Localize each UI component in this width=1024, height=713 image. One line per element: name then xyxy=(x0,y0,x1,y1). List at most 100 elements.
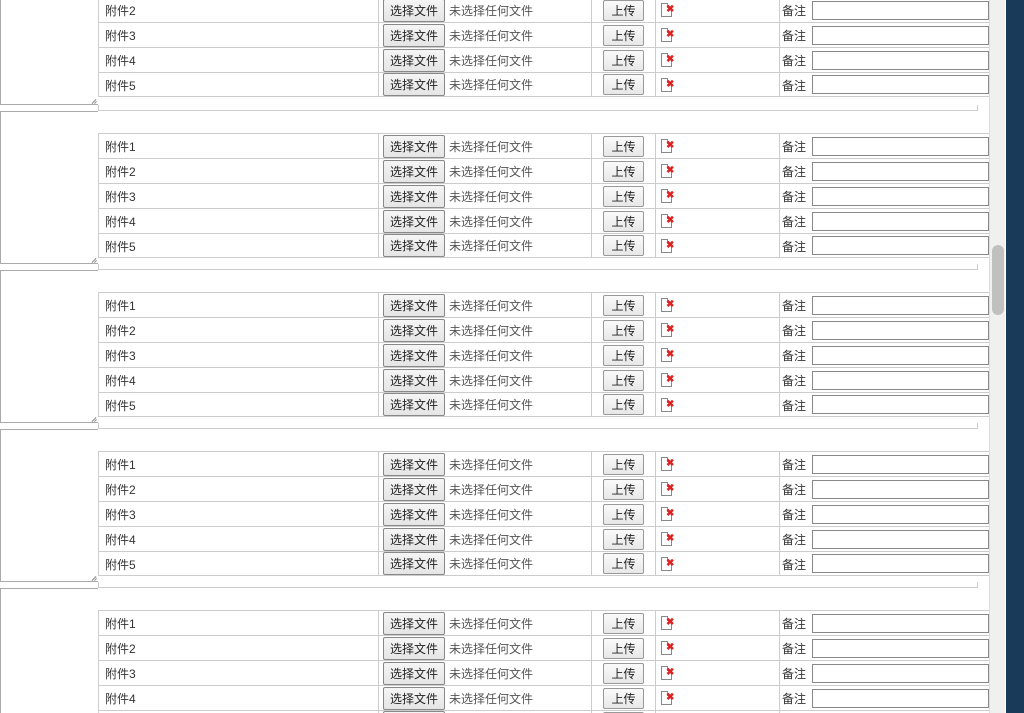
upload-button[interactable]: 上传 xyxy=(603,50,643,71)
delete-file-icon[interactable]: ✖ xyxy=(661,506,675,522)
remark-input[interactable] xyxy=(812,530,989,549)
choose-file-button[interactable]: 选择文件 xyxy=(383,503,445,526)
delete-file-icon[interactable]: ✖ xyxy=(661,297,675,313)
group-description-box[interactable] xyxy=(0,111,98,264)
choose-file-button[interactable]: 选择文件 xyxy=(383,393,445,416)
upload-button[interactable]: 上传 xyxy=(603,504,643,525)
scrollbar-thumb[interactable] xyxy=(992,245,1004,315)
upload-button[interactable]: 上传 xyxy=(603,345,643,366)
delete-file-icon[interactable]: ✖ xyxy=(661,52,675,68)
delete-file-icon[interactable]: ✖ xyxy=(661,640,675,656)
resize-handle-icon[interactable] xyxy=(88,253,98,263)
upload-button[interactable]: 上传 xyxy=(603,320,643,341)
remark-input[interactable] xyxy=(812,162,989,181)
choose-file-button[interactable]: 选择文件 xyxy=(383,160,445,183)
choose-file-button[interactable]: 选择文件 xyxy=(383,453,445,476)
upload-button[interactable]: 上传 xyxy=(603,529,643,550)
upload-button[interactable]: 上传 xyxy=(603,0,643,21)
choose-file-button[interactable]: 选择文件 xyxy=(383,552,445,575)
choose-file-button[interactable]: 选择文件 xyxy=(383,687,445,710)
choose-file-button[interactable]: 选择文件 xyxy=(383,49,445,72)
remark-input[interactable] xyxy=(812,137,989,156)
remark-input[interactable] xyxy=(812,639,989,658)
delete-file-icon[interactable]: ✖ xyxy=(661,138,675,154)
upload-button[interactable]: 上传 xyxy=(603,613,643,634)
delete-file-icon[interactable]: ✖ xyxy=(661,188,675,204)
remark-input[interactable] xyxy=(812,480,989,499)
delete-file-icon[interactable]: ✖ xyxy=(661,163,675,179)
upload-button[interactable]: 上传 xyxy=(603,688,643,709)
choose-file-button[interactable]: 选择文件 xyxy=(383,612,445,635)
remark-input[interactable] xyxy=(812,51,989,70)
choose-file-button[interactable]: 选择文件 xyxy=(383,0,445,22)
remark-input[interactable] xyxy=(812,26,989,45)
group-description-box[interactable] xyxy=(0,429,98,582)
choose-file-button[interactable]: 选择文件 xyxy=(383,344,445,367)
upload-button[interactable]: 上传 xyxy=(603,394,643,415)
upload-button[interactable]: 上传 xyxy=(603,295,643,316)
vertical-scrollbar[interactable] xyxy=(989,0,1005,713)
upload-button[interactable]: 上传 xyxy=(603,479,643,500)
delete-file-icon[interactable]: ✖ xyxy=(661,2,675,18)
upload-button[interactable]: 上传 xyxy=(603,235,643,256)
remark-input[interactable] xyxy=(812,212,989,231)
remark-input[interactable] xyxy=(812,321,989,340)
group-description-box[interactable] xyxy=(0,588,98,713)
choose-file-button[interactable]: 选择文件 xyxy=(383,319,445,342)
remark-input[interactable] xyxy=(812,1,989,20)
upload-button[interactable]: 上传 xyxy=(603,186,643,207)
choose-file-button[interactable]: 选择文件 xyxy=(383,73,445,96)
upload-button[interactable]: 上传 xyxy=(603,553,643,574)
remark-input[interactable] xyxy=(812,395,989,414)
remark-input[interactable] xyxy=(812,455,989,474)
choose-file-button[interactable]: 选择文件 xyxy=(383,637,445,660)
remark-input[interactable] xyxy=(812,689,989,708)
upload-button[interactable]: 上传 xyxy=(603,454,643,475)
upload-button[interactable]: 上传 xyxy=(603,638,643,659)
upload-button[interactable]: 上传 xyxy=(603,74,643,95)
upload-button[interactable]: 上传 xyxy=(603,161,643,182)
upload-button[interactable]: 上传 xyxy=(603,136,643,157)
choose-file-button[interactable]: 选择文件 xyxy=(383,294,445,317)
delete-file-icon[interactable]: ✖ xyxy=(661,481,675,497)
delete-file-icon[interactable]: ✖ xyxy=(661,213,675,229)
choose-file-button[interactable]: 选择文件 xyxy=(383,135,445,158)
remark-input[interactable] xyxy=(812,236,989,255)
remark-input[interactable] xyxy=(812,614,989,633)
delete-file-icon[interactable]: ✖ xyxy=(661,77,675,93)
delete-file-icon[interactable]: ✖ xyxy=(661,690,675,706)
delete-file-icon[interactable]: ✖ xyxy=(661,556,675,572)
delete-file-icon[interactable]: ✖ xyxy=(661,238,675,254)
choose-file-button[interactable]: 选择文件 xyxy=(383,210,445,233)
remark-input[interactable] xyxy=(812,554,989,573)
choose-file-button[interactable]: 选择文件 xyxy=(383,185,445,208)
choose-file-button[interactable]: 选择文件 xyxy=(383,24,445,47)
remark-input[interactable] xyxy=(812,296,989,315)
resize-handle-icon[interactable] xyxy=(88,412,98,422)
choose-file-button[interactable]: 选择文件 xyxy=(383,478,445,501)
resize-handle-icon[interactable] xyxy=(88,94,98,104)
choose-file-button[interactable]: 选择文件 xyxy=(383,662,445,685)
upload-button[interactable]: 上传 xyxy=(603,211,643,232)
remark-input[interactable] xyxy=(812,371,989,390)
upload-button[interactable]: 上传 xyxy=(603,663,643,684)
remark-input[interactable] xyxy=(812,505,989,524)
delete-file-icon[interactable]: ✖ xyxy=(661,347,675,363)
delete-file-icon[interactable]: ✖ xyxy=(661,665,675,681)
choose-file-button[interactable]: 选择文件 xyxy=(383,528,445,551)
resize-handle-icon[interactable] xyxy=(88,571,98,581)
delete-file-icon[interactable]: ✖ xyxy=(661,322,675,338)
remark-input[interactable] xyxy=(812,346,989,365)
remark-input[interactable] xyxy=(812,664,989,683)
remark-input[interactable] xyxy=(812,187,989,206)
upload-button[interactable]: 上传 xyxy=(603,25,643,46)
delete-file-icon[interactable]: ✖ xyxy=(661,456,675,472)
group-description-box[interactable] xyxy=(0,270,98,423)
delete-file-icon[interactable]: ✖ xyxy=(661,372,675,388)
group-description-box[interactable] xyxy=(0,0,98,105)
remark-input[interactable] xyxy=(812,75,989,94)
delete-file-icon[interactable]: ✖ xyxy=(661,27,675,43)
choose-file-button[interactable]: 选择文件 xyxy=(383,369,445,392)
delete-file-icon[interactable]: ✖ xyxy=(661,531,675,547)
delete-file-icon[interactable]: ✖ xyxy=(661,615,675,631)
